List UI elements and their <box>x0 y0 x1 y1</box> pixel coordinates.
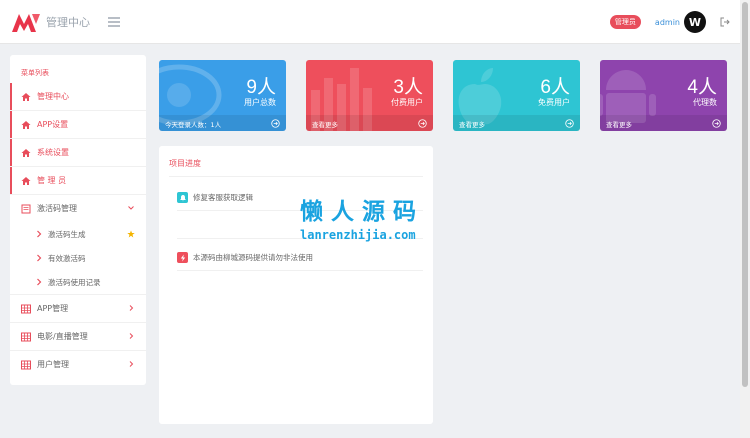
sidebar-subitem-label: 激活码使用记录 <box>48 277 101 287</box>
admin-username[interactable]: admin <box>655 18 680 27</box>
bolt-icon <box>177 252 188 263</box>
stat-card-free-users[interactable]: 6人 免费用户 查看更多 <box>453 60 580 131</box>
sidebar-item-movie-live[interactable]: 电影/直播管理 <box>10 323 146 350</box>
page-scrollbar[interactable] <box>740 0 750 438</box>
sidebar-subitem-label: 激活码生成 <box>48 229 86 239</box>
sidebar: 菜单列表 管理中心 APP设置 系统设置 管 理 员 激活码管理 激活码生成 有… <box>10 55 146 385</box>
arrow-circle-right-icon[interactable] <box>418 119 427 128</box>
document-icon <box>21 204 31 213</box>
sidebar-subitem-valid-codes[interactable]: 有效激活码 <box>10 246 146 270</box>
chevron-right-icon <box>129 305 134 311</box>
brand-title: 管理中心 <box>46 15 90 29</box>
home-icon <box>21 92 31 101</box>
progress-item: 本源码由柳城源码提供请勿非法使用 <box>177 252 313 263</box>
sidebar-item-activation-codes[interactable]: 激活码管理 <box>10 195 146 222</box>
sidebar-item-label: 激活码管理 <box>37 204 77 213</box>
bell-icon <box>177 192 188 203</box>
home-icon <box>21 176 31 185</box>
progress-item: 修复客服获取逻辑 <box>177 192 253 203</box>
stat-number: 3人 <box>393 77 423 98</box>
sidebar-item-label: 管理中心 <box>37 92 69 101</box>
arrow-circle-right-icon[interactable] <box>712 119 721 128</box>
chevron-right-icon <box>37 278 42 286</box>
stat-number: 6人 <box>540 77 570 98</box>
sidebar-item-user-management[interactable]: 用户管理 <box>10 351 146 378</box>
stat-number: 9人 <box>246 77 276 98</box>
sidebar-item-label: 系统设置 <box>37 148 69 157</box>
stat-footer[interactable]: 今天登录人数：1人 <box>159 115 286 131</box>
sidebar-item-label: 管 理 员 <box>37 176 67 185</box>
avatar-letter: W <box>688 15 702 29</box>
panel-title: 项目进度 <box>169 159 201 168</box>
sidebar-subitem-label: 有效激活码 <box>48 253 86 263</box>
stat-label: 用户总数 <box>244 98 276 107</box>
arrow-circle-right-icon[interactable] <box>271 119 280 128</box>
stat-label: 付费用户 <box>391 98 423 107</box>
watermark: 懒人源码 lanrenzhijia.com <box>300 192 424 242</box>
sidebar-item-dashboard[interactable]: 管理中心 <box>10 83 146 110</box>
stat-number: 4人 <box>687 77 717 98</box>
chevron-right-icon <box>129 361 134 367</box>
stat-footer[interactable]: 查看更多 <box>306 115 433 131</box>
stat-label: 代理数 <box>693 98 717 107</box>
chevron-right-icon <box>37 254 42 262</box>
sidebar-item-label: APP设置 <box>37 120 69 129</box>
stat-card-paid-users[interactable]: 3人 付费用户 查看更多 <box>306 60 433 131</box>
sidebar-item-system-settings[interactable]: 系统设置 <box>10 139 146 166</box>
grid-icon <box>21 304 31 313</box>
stat-footer[interactable]: 查看更多 <box>600 115 727 131</box>
home-icon <box>21 120 31 129</box>
chevron-down-icon <box>128 206 134 210</box>
menu-toggle-icon[interactable] <box>108 16 120 27</box>
scrollbar-thumb[interactable] <box>742 2 748 387</box>
sidebar-subitem-code-usage-log[interactable]: 激活码使用记录 <box>10 270 146 294</box>
sidebar-title: 菜单列表 <box>21 69 49 77</box>
stat-card-total-users[interactable]: 9人 用户总数 今天登录人数：1人 <box>159 60 286 131</box>
watermark-url: lanrenzhijia.com <box>300 228 416 242</box>
sidebar-item-app-settings[interactable]: APP设置 <box>10 111 146 138</box>
top-bar: 管理中心 管理员 admin W <box>0 0 740 44</box>
logo-icon[interactable] <box>12 12 40 32</box>
stat-card-agents[interactable]: 4人 代理数 查看更多 <box>600 60 727 131</box>
star-icon <box>127 230 135 238</box>
chevron-right-icon <box>37 230 42 238</box>
role-badge: 管理员 <box>609 15 641 29</box>
home-icon <box>21 148 31 157</box>
logout-icon[interactable] <box>720 17 730 27</box>
project-progress-panel: 项目进度 修复客服获取逻辑 本源码由柳城源码提供请勿非法使用 <box>159 146 433 424</box>
grid-icon <box>21 360 31 369</box>
stat-label: 免费用户 <box>538 98 570 107</box>
sidebar-item-app-management[interactable]: APP管理 <box>10 295 146 322</box>
progress-item-text: 修复客服获取逻辑 <box>193 193 253 202</box>
progress-item-text: 本源码由柳城源码提供请勿非法使用 <box>193 253 313 262</box>
sidebar-item-label: 电影/直播管理 <box>37 332 88 341</box>
stat-footer[interactable]: 查看更多 <box>453 115 580 131</box>
sidebar-item-administrators[interactable]: 管 理 员 <box>10 167 146 194</box>
sidebar-subitem-generate-code[interactable]: 激活码生成 <box>10 222 146 246</box>
avatar[interactable]: W <box>684 11 706 33</box>
watermark-chinese: 懒人源码 <box>300 199 424 225</box>
sidebar-item-label: 用户管理 <box>37 360 69 369</box>
arrow-circle-right-icon[interactable] <box>565 119 574 128</box>
chevron-right-icon <box>129 333 134 339</box>
grid-icon <box>21 332 31 341</box>
sidebar-item-label: APP管理 <box>37 304 69 313</box>
